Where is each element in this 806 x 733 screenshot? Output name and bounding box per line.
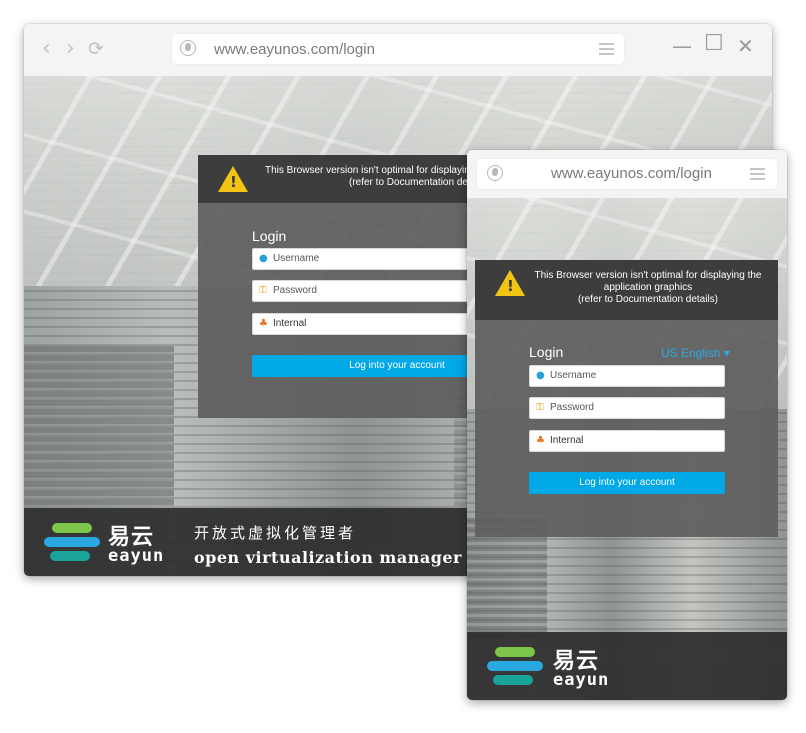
login-heading: Login: [252, 228, 287, 244]
username-input[interactable]: [273, 249, 405, 269]
branding-footer: 易云 eayun: [467, 632, 787, 700]
back-icon[interactable]: ‹: [42, 38, 51, 60]
user-icon: ●: [536, 370, 545, 381]
browser-warning-bar: ! This Browser version isn't optimal for…: [475, 260, 778, 320]
key-icon: ⚿: [536, 402, 544, 413]
url-text: www.eayunos.com/login: [551, 165, 712, 182]
maximize-icon[interactable]: ☐: [704, 33, 724, 55]
page-viewport: ! This Browser version isn't optimal for…: [467, 198, 787, 700]
locale-selector[interactable]: US English ▾: [661, 346, 730, 360]
minimize-icon[interactable]: —: [672, 36, 692, 56]
eayun-logo-icon: [487, 647, 543, 687]
profile-icon: ♣: [259, 318, 268, 329]
password-field[interactable]: ⚿: [252, 280, 502, 302]
username-field[interactable]: ●: [252, 248, 502, 270]
warning-line-1: This Browser version isn't optimal for d…: [534, 270, 762, 281]
tagline-chinese: 开放式虚拟化管理者: [194, 524, 357, 542]
profile-select[interactable]: ♣ Internal: [529, 430, 725, 452]
eayun-logo-icon: [44, 523, 100, 563]
reload-icon[interactable]: ⟳: [88, 38, 104, 60]
profile-select[interactable]: ♣ Internal: [252, 313, 502, 335]
tagline-english: open virtualization manager: [194, 548, 462, 567]
warning-text: This Browser version isn't optimal for d…: [533, 270, 763, 306]
warning-icon: !: [495, 270, 525, 296]
url-text: www.eayunos.com/login: [214, 41, 375, 58]
key-icon: ⚿: [259, 285, 267, 296]
address-bar[interactable]: www.eayunos.com/login: [172, 34, 624, 64]
profile-value: Internal: [273, 318, 307, 329]
browser-toolbar: ‹ › ⟳ www.eayunos.com/login — ☐ ✕: [24, 24, 772, 76]
narrow-browser-window: www.eayunos.com/login ! This Browser ver…: [467, 150, 787, 700]
browser-warning-bar: ! This Browser version isn't optimal for…: [198, 155, 498, 203]
password-field[interactable]: ⚿: [529, 397, 725, 419]
logo-english: eayun: [108, 546, 165, 566]
globe-icon: [180, 40, 196, 56]
username-input[interactable]: [550, 366, 682, 386]
menu-icon[interactable]: [599, 43, 614, 55]
password-input[interactable]: [273, 281, 405, 301]
login-button[interactable]: Log into your account: [529, 472, 725, 494]
browser-toolbar: www.eayunos.com/login: [467, 150, 787, 196]
warning-icon: !: [218, 166, 248, 192]
username-field[interactable]: ●: [529, 365, 725, 387]
warning-line-2: application graphics: [603, 282, 693, 293]
profile-icon: ♣: [536, 435, 545, 446]
background-rack: [24, 346, 174, 506]
logo-english: eayun: [553, 670, 610, 690]
profile-value: Internal: [550, 435, 584, 446]
address-bar[interactable]: www.eayunos.com/login: [477, 159, 777, 189]
user-icon: ●: [259, 253, 268, 264]
warning-line-3: (refer to Documentation details): [577, 294, 719, 305]
login-dialog: ! This Browser version isn't optimal for…: [475, 260, 778, 537]
login-button[interactable]: Log into your account: [252, 355, 502, 377]
menu-icon[interactable]: [750, 168, 765, 180]
password-input[interactable]: [550, 398, 682, 418]
login-dialog: ! This Browser version isn't optimal for…: [198, 155, 502, 418]
forward-icon[interactable]: ›: [66, 38, 75, 60]
globe-icon: [487, 165, 503, 181]
close-icon[interactable]: ✕: [737, 36, 754, 56]
login-heading: Login: [529, 344, 564, 360]
